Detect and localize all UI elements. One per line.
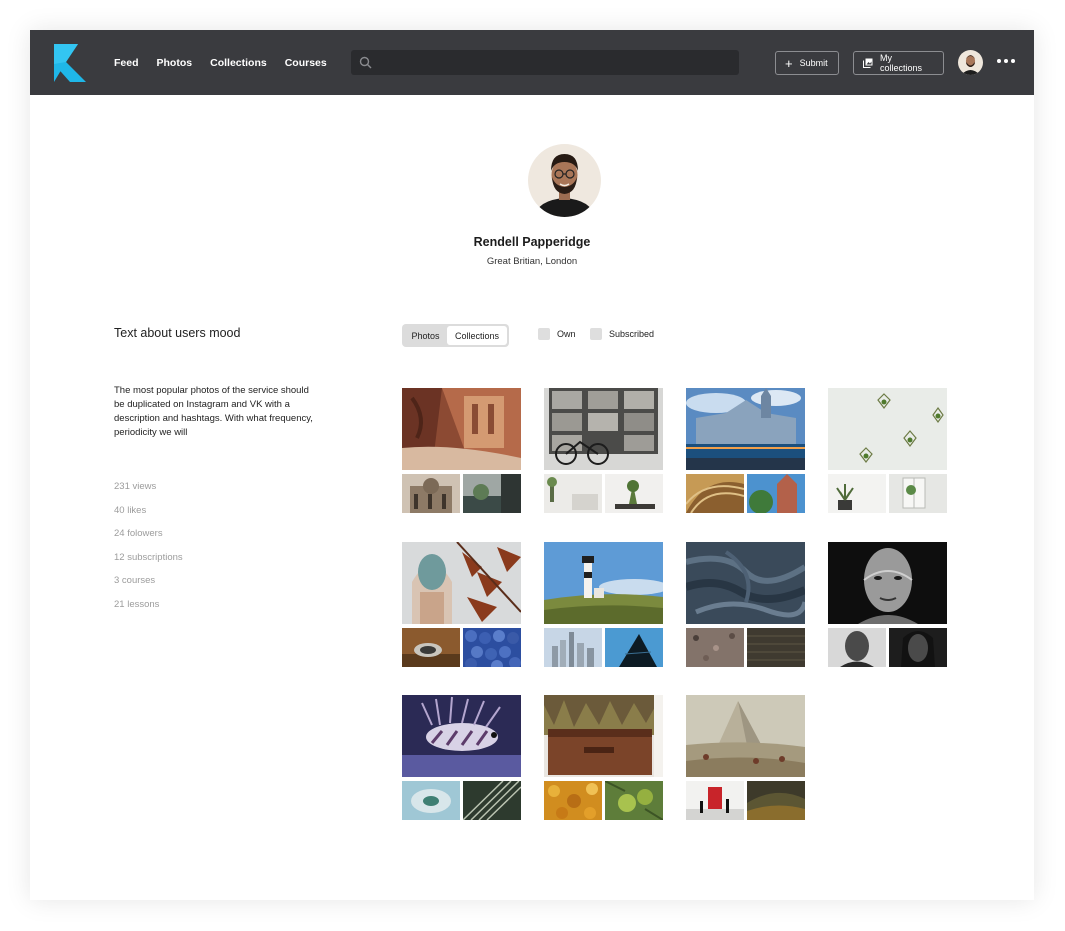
collection-card[interactable] <box>544 695 663 820</box>
collection-thumb-image <box>544 474 602 513</box>
filter-own[interactable]: Own <box>538 328 576 340</box>
collection-card[interactable] <box>828 388 947 513</box>
tab-photos[interactable]: Photos <box>404 326 447 345</box>
main-nav: Feed Photos Collections Courses <box>114 30 327 95</box>
collection-thumb-image <box>463 474 521 513</box>
more-menu-icon[interactable] <box>997 59 1015 63</box>
collection-cover-image <box>544 542 663 624</box>
view-switch: Photos Collections <box>402 324 509 347</box>
user-mood: Text about users mood <box>114 326 241 340</box>
collection-cover-image <box>686 388 805 470</box>
collection-thumb-image <box>402 781 460 820</box>
stat-followers[interactable]: 24 folowers <box>114 528 183 552</box>
submit-button-label: Submit <box>799 58 828 68</box>
collection-cover-image <box>402 542 521 624</box>
collection-card[interactable] <box>402 542 521 667</box>
collection-thumb-image <box>747 628 805 667</box>
collection-thumb-image <box>747 474 805 513</box>
my-collections-label: My collections <box>880 53 923 73</box>
collection-thumb-image <box>747 781 805 820</box>
collection-thumb-image <box>605 474 663 513</box>
nav-courses[interactable]: Courses <box>285 57 327 69</box>
stat-views[interactable]: 231 views <box>114 481 183 505</box>
stat-likes[interactable]: 40 likes <box>114 505 183 529</box>
search-icon <box>359 56 372 69</box>
filter-subscribed-label: Subscribed <box>609 329 655 339</box>
collection-thumb-image <box>402 628 460 667</box>
own-checkbox[interactable] <box>538 328 550 340</box>
collection-cover-image <box>402 695 521 777</box>
collection-cover-image <box>686 542 805 624</box>
collection-card[interactable] <box>828 542 947 667</box>
collection-cover-image <box>402 388 521 470</box>
collection-card[interactable] <box>686 695 805 820</box>
collection-card[interactable] <box>686 388 805 513</box>
submit-button[interactable]: + Submit <box>775 51 839 75</box>
app-window: Feed Photos Collections Courses + Submit… <box>30 30 1034 900</box>
user-stats: 231 views 40 likes 24 folowers 12 subscr… <box>114 481 183 623</box>
collection-thumb-image <box>686 781 744 820</box>
collection-card[interactable] <box>402 695 521 820</box>
app-logo-icon[interactable] <box>52 42 92 84</box>
profile-name: Rendell Papperidge <box>473 235 591 249</box>
collection-card[interactable] <box>686 542 805 667</box>
nav-collections[interactable]: Collections <box>210 57 267 69</box>
collection-cover-image <box>686 695 805 777</box>
collection-thumb-image <box>544 781 602 820</box>
collection-card[interactable] <box>544 388 663 513</box>
collection-thumb-image <box>686 628 744 667</box>
plus-icon: + <box>785 55 793 71</box>
profile-avatar <box>528 144 601 217</box>
nav-photos[interactable]: Photos <box>157 57 193 69</box>
top-bar: Feed Photos Collections Courses + Submit… <box>30 30 1034 95</box>
collection-thumb-image <box>889 628 947 667</box>
collection-card[interactable] <box>402 388 521 513</box>
collection-thumb-image <box>544 628 602 667</box>
search-bar <box>351 50 739 75</box>
filter-own-label: Own <box>557 329 576 339</box>
nav-feed[interactable]: Feed <box>114 57 139 69</box>
subscribed-checkbox[interactable] <box>590 328 602 340</box>
stat-lessons[interactable]: 21 lessons <box>114 599 183 623</box>
collection-thumb-image <box>605 628 663 667</box>
search-input[interactable] <box>379 50 729 75</box>
collection-thumb-image <box>402 474 460 513</box>
collection-cover-image <box>544 695 663 777</box>
collection-thumb-image <box>828 628 886 667</box>
collection-cover-image <box>544 388 663 470</box>
collection-cover-image <box>828 542 947 624</box>
collection-thumb-image <box>605 781 663 820</box>
my-collections-button[interactable]: My collections <box>853 51 944 75</box>
user-avatar[interactable] <box>958 50 983 75</box>
collection-thumb-image <box>686 474 744 513</box>
tab-collections[interactable]: Collections <box>447 326 507 345</box>
collection-icon <box>863 58 873 68</box>
profile-location: Great Britian, London <box>486 256 578 267</box>
collection-thumb-image <box>828 474 886 513</box>
collection-thumb-image <box>889 474 947 513</box>
collection-card[interactable] <box>544 542 663 667</box>
stat-subscriptions[interactable]: 12 subscriptions <box>114 552 183 576</box>
collection-thumb-image <box>463 781 521 820</box>
user-about: The most popular photos of the service s… <box>114 385 313 438</box>
collection-thumb-image <box>463 628 521 667</box>
collection-cover-image <box>828 388 947 470</box>
filter-subscribed[interactable]: Subscribed <box>590 328 654 340</box>
stat-courses[interactable]: 3 courses <box>114 575 183 599</box>
